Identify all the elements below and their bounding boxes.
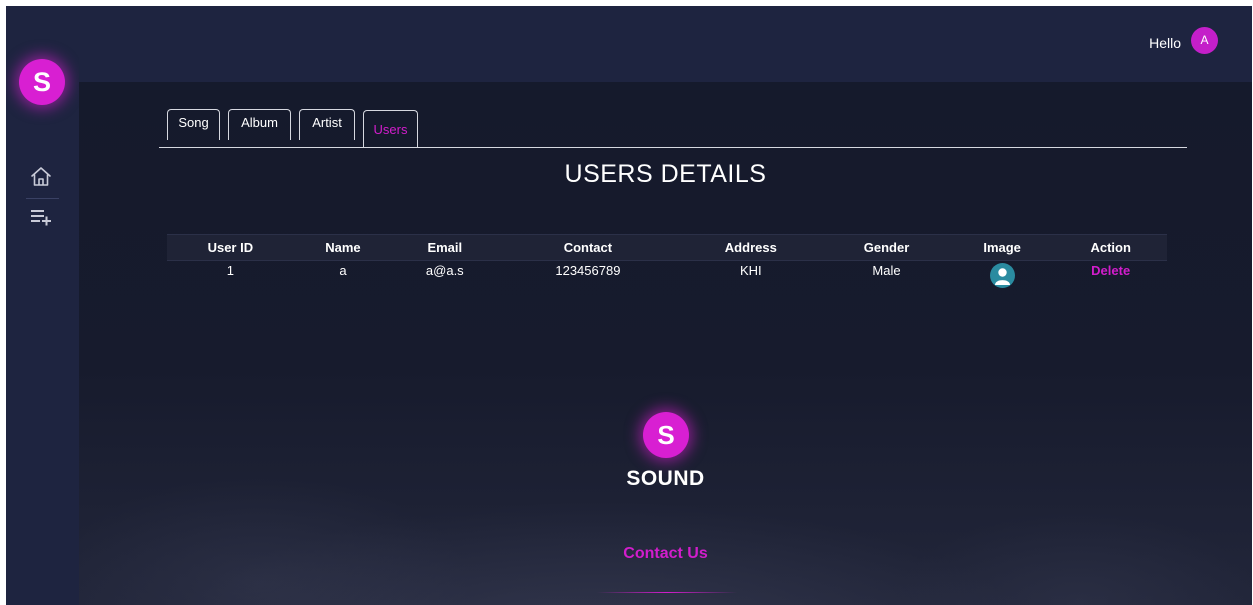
home-icon[interactable] (28, 164, 54, 194)
user-avatar-icon (989, 263, 1015, 288)
contact-us-link[interactable]: Contact Us (79, 545, 1252, 563)
cell-address: KHI (739, 263, 762, 278)
cell-user-id: 1 (226, 263, 234, 278)
cell-gender: Male (872, 263, 901, 278)
column-header-contact: Contact (497, 234, 679, 261)
cell-email: a@a.s (425, 263, 464, 278)
footer-brand-name: SOUND (626, 467, 705, 490)
column-header-image: Image (949, 234, 1055, 261)
column-header-user-id: User ID (167, 234, 294, 261)
table-header-row: User ID Name Email Contact Address Gende… (167, 234, 1167, 261)
cell-image (950, 261, 1055, 292)
tab-users[interactable]: Users (363, 110, 418, 147)
page-title: USERS DETAILS (564, 160, 767, 188)
cell-name: a (339, 263, 347, 278)
greeting-text: Hello (1149, 35, 1181, 51)
tab-artist[interactable]: Artist (299, 109, 355, 140)
contact-underline (597, 592, 737, 593)
playlist-add-icon[interactable] (28, 204, 54, 234)
users-table: User ID Name Email Contact Address Gende… (167, 234, 1167, 291)
table-row: 1 a a@a.s 123456789 KHI Male Delete (167, 261, 1167, 292)
footer-logo: S (643, 412, 689, 458)
cell-contact: 123456789 (555, 263, 621, 278)
delete-user-link[interactable]: Delete (1091, 263, 1130, 278)
tab-bar: Song Album Artist Users (159, 103, 1187, 148)
sidebar: S (6, 6, 79, 605)
cell-action: Delete (1054, 261, 1167, 292)
column-header-address: Address (678, 234, 824, 261)
column-header-email: Email (392, 234, 498, 261)
tabs-underline (159, 147, 1187, 148)
column-header-gender: Gender (823, 234, 950, 261)
top-bar: Hello A (79, 6, 1252, 82)
column-header-action: Action (1054, 234, 1167, 261)
tab-album[interactable]: Album (228, 109, 291, 140)
sidebar-divider (26, 198, 59, 199)
user-avatar[interactable]: A (1191, 27, 1218, 54)
tab-song[interactable]: Song (167, 109, 220, 140)
brand-logo[interactable]: S (19, 59, 65, 105)
column-header-name: Name (293, 234, 393, 261)
main-content: Song Album Artist Users USERS DETAILS Us… (79, 82, 1252, 605)
app-window: S › Hello A Song Album Ar (6, 6, 1252, 605)
